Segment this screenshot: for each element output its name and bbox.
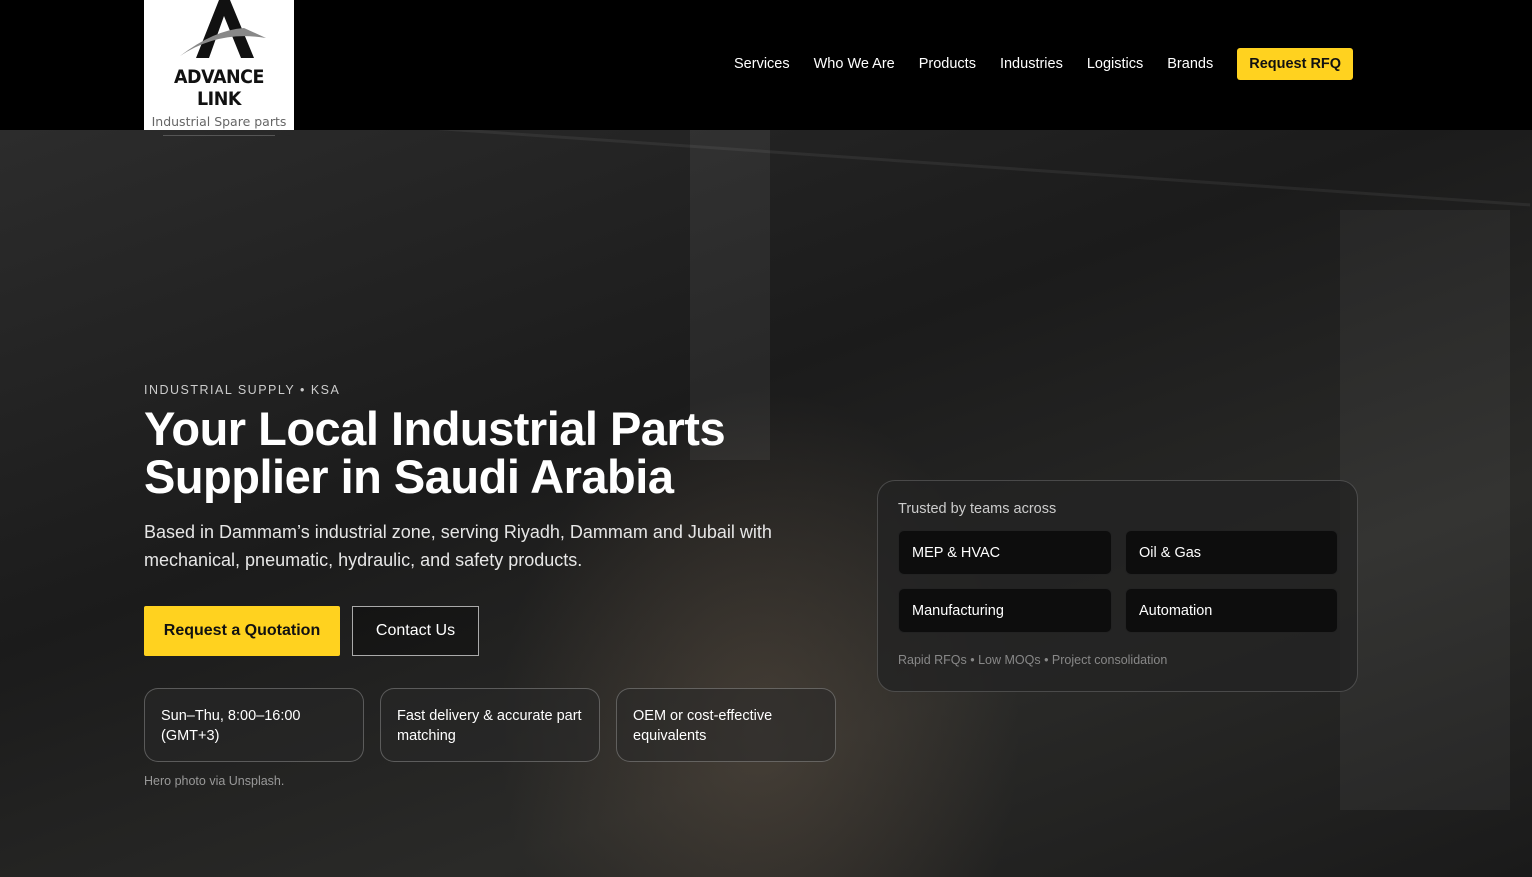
industry-grid: MEP & HVAC Oil & Gas Manufacturing Autom… [898, 530, 1338, 633]
trust-title: Trusted by teams across [898, 501, 1057, 517]
industry-chip: Oil & Gas [1125, 530, 1338, 575]
logo-divider [163, 135, 275, 136]
industry-chip: MEP & HVAC [898, 530, 1112, 575]
nav-industries[interactable]: Industries [1000, 48, 1063, 80]
nav-products[interactable]: Products [919, 48, 976, 80]
logo-mark-icon [180, 0, 266, 58]
brand-tagline: Industrial Spare parts [151, 114, 287, 129]
feature-hours: Sun–Thu, 8:00–16:00 (GMT+3) [144, 688, 364, 762]
hero-title: Your Local Industrial Parts Supplier in S… [144, 402, 726, 503]
photo-credit[interactable]: Hero photo via Unsplash. [144, 774, 284, 788]
nav-services[interactable]: Services [734, 48, 790, 80]
main-menu: Services Who We Are Products Industries … [734, 48, 1354, 80]
nav-logistics[interactable]: Logistics [1087, 48, 1143, 80]
title-line-1: Your Local Industrial Parts [144, 402, 726, 455]
hero-section: INDUSTRIAL SUPPLY • KSA Your Local Indus… [0, 130, 1532, 877]
trust-card: Trusted by teams across MEP & HVAC Oil &… [877, 480, 1358, 692]
shelving [1340, 210, 1510, 810]
nav-who-we-are[interactable]: Who We Are [814, 48, 895, 80]
nav-brands[interactable]: Brands [1167, 48, 1213, 80]
top-nav: ADVANCE LINK Industrial Spare parts Serv… [0, 0, 1532, 136]
hero-eyebrow: INDUSTRIAL SUPPLY • KSA [144, 383, 341, 397]
trust-footer: Rapid RFQs • Low MOQs • Project consolid… [898, 653, 1168, 667]
request-rfq-button[interactable]: Request RFQ [1237, 48, 1354, 80]
brand-name: ADVANCE LINK [173, 66, 265, 110]
title-line-2: Supplier in Saudi Arabia [144, 450, 674, 503]
feature-delivery: Fast delivery & accurate part matching [380, 688, 600, 762]
industry-chip: Automation [1125, 588, 1338, 633]
hero-lead: Based in Dammam’s industrial zone, servi… [144, 522, 772, 570]
logo[interactable]: ADVANCE LINK Industrial Spare parts [144, 0, 294, 136]
request-quotation-button[interactable]: Request a Quotation [144, 606, 340, 656]
industry-chip: Manufacturing [898, 588, 1112, 633]
contact-us-button[interactable]: Contact Us [352, 606, 479, 656]
feature-oem: OEM or cost-effective equivalents [616, 688, 836, 762]
